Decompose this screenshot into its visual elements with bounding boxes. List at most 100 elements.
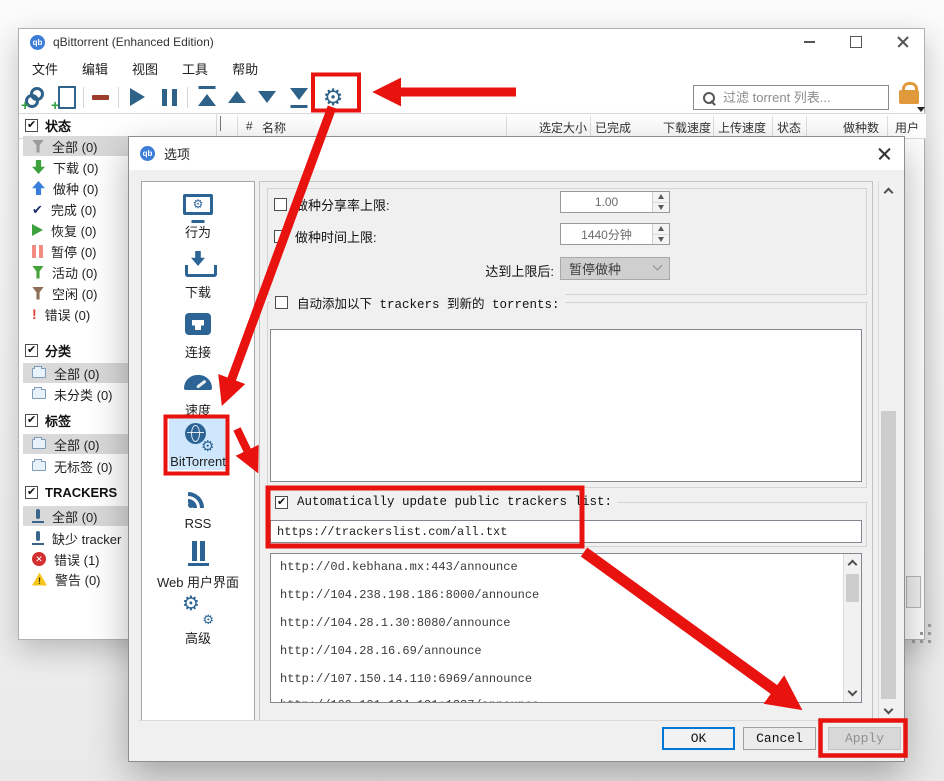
scrollbar-thumb[interactable] xyxy=(881,411,896,699)
column-number[interactable]: # xyxy=(246,119,253,133)
spin-down-icon[interactable] xyxy=(653,203,669,213)
ok-button[interactable]: OK xyxy=(662,727,735,750)
categories-checkbox[interactable] xyxy=(25,344,38,357)
trackers-checkbox[interactable] xyxy=(25,486,38,499)
check-icon: ✔ xyxy=(32,203,43,216)
scroll-down-icon[interactable] xyxy=(884,705,894,715)
move-top-button[interactable] xyxy=(194,84,220,110)
status-checkbox[interactable] xyxy=(25,119,38,132)
window-controls xyxy=(802,35,910,49)
search-icon xyxy=(702,91,716,105)
search-input[interactable] xyxy=(723,90,873,105)
reached-limit-row: 达到上限后: xyxy=(410,261,554,280)
tracker-list-scrollbar[interactable] xyxy=(843,554,861,702)
add-torrent-link-button[interactable]: + xyxy=(22,84,48,110)
spin-down-icon[interactable] xyxy=(653,235,669,245)
menu-file[interactable]: 文件 xyxy=(32,59,58,78)
minimize-icon[interactable] xyxy=(802,35,816,49)
resize-grip[interactable] xyxy=(912,624,934,646)
window-title: qBittorrent (Enhanced Edition) xyxy=(53,35,214,49)
column-selected-size[interactable]: 选定大小 xyxy=(501,119,587,136)
funnel-icon xyxy=(32,140,44,153)
auto-update-trackers-checkbox[interactable] xyxy=(275,496,288,509)
lock-icon[interactable] xyxy=(899,90,919,104)
apply-button[interactable]: Apply xyxy=(828,727,901,750)
dialog-scrollbar[interactable] xyxy=(878,181,898,721)
tracker-url: http://104.28.16.69/announce xyxy=(280,644,482,658)
delete-button[interactable] xyxy=(87,84,113,110)
menu-edit[interactable]: 编辑 xyxy=(82,59,108,78)
tracker-url: http://0d.kebhana.mx:443/announce xyxy=(280,560,518,574)
close-icon[interactable] xyxy=(896,35,910,49)
menu-tools[interactable]: 工具 xyxy=(182,59,208,78)
bittorrent-globe-icon: ⚙ xyxy=(185,422,212,450)
auto-add-trackers-textarea-box xyxy=(270,329,862,482)
toolbar-separator xyxy=(83,87,84,108)
tracker-url: http://107.150.14.110:6969/announce xyxy=(280,672,532,686)
title-bar: qb qBittorrent (Enhanced Edition) xyxy=(19,29,924,55)
auto-add-trackers-checkbox[interactable] xyxy=(275,296,288,309)
spin-up-icon[interactable] xyxy=(653,192,669,203)
cancel-button[interactable]: Cancel xyxy=(743,727,816,750)
column-user[interactable]: 用户 xyxy=(895,119,919,136)
column-seeds[interactable]: 做种数 xyxy=(811,119,879,136)
button-row-separator xyxy=(139,720,896,721)
nav-item-behavior[interactable]: ⚙ 行为 xyxy=(143,190,253,241)
nav-item-speed[interactable]: 速度 xyxy=(143,368,253,419)
filter-section-trackers: TRACKERS xyxy=(25,483,117,501)
nav-item-rss[interactable]: RSS xyxy=(143,484,253,531)
menu-view[interactable]: 视图 xyxy=(132,59,158,78)
maximize-icon[interactable] xyxy=(849,35,863,49)
auto-add-trackers-label: 自动添加以下 trackers 到新的 torrents: xyxy=(297,293,560,312)
pause-button[interactable] xyxy=(156,84,182,110)
dialog-close-icon[interactable] xyxy=(877,146,892,161)
column-select-chevron[interactable] xyxy=(220,116,221,130)
nav-item-connection[interactable]: 连接 xyxy=(143,310,253,361)
add-torrent-file-button[interactable]: + xyxy=(52,84,78,110)
column-download-speed[interactable]: 下载速度 xyxy=(631,119,711,136)
scroll-up-icon[interactable] xyxy=(884,188,894,198)
spin-up-icon[interactable] xyxy=(653,224,669,235)
public-trackers-list-box[interactable]: http://0d.kebhana.mx:443/announce http:/… xyxy=(270,553,862,703)
column-completed[interactable]: 已完成 xyxy=(595,119,631,136)
auto-add-trackers-textarea[interactable] xyxy=(271,330,861,481)
resume-button[interactable] xyxy=(124,84,150,110)
tracker-url: http://104.238.198.186:8000/announce xyxy=(280,588,539,602)
bittorrent-settings-pane: 做种分享率上限: 1.00 做种时间上限: 1440分钟 达到上限后: 暂停做种… xyxy=(259,181,873,721)
nav-item-webui[interactable]: Web 用户界面 xyxy=(143,540,253,591)
nav-item-advanced[interactable]: ⚙⚙ 高级 xyxy=(143,596,253,647)
column-upload-speed[interactable]: 上传速度 xyxy=(718,119,766,136)
trackers-list-url-input[interactable] xyxy=(270,520,862,543)
filter-section-categories: 分类 xyxy=(25,341,71,359)
column-status[interactable]: 状态 xyxy=(777,119,801,136)
search-box xyxy=(693,85,889,110)
minus-icon xyxy=(92,95,109,100)
move-down-button[interactable] xyxy=(254,84,280,110)
nav-item-bittorrent[interactable]: ⚙ BitTorrent xyxy=(143,422,253,469)
lock-dropdown-caret[interactable] xyxy=(917,107,925,112)
reached-limit-select[interactable]: 暂停做种 xyxy=(560,257,670,280)
share-ratio-checkbox[interactable] xyxy=(274,198,287,211)
menu-help[interactable]: 帮助 xyxy=(232,59,258,78)
scrollbar-thumb[interactable] xyxy=(846,574,859,602)
table-scrollbar-thumb[interactable] xyxy=(906,576,921,608)
seed-time-row: 做种时间上限: xyxy=(274,227,377,246)
auto-add-trackers-legend: 自动添加以下 trackers 到新的 torrents: xyxy=(270,293,565,311)
scroll-down-icon[interactable] xyxy=(848,687,858,697)
seed-time-checkbox[interactable] xyxy=(274,230,287,243)
nav-item-downloads[interactable]: 下载 xyxy=(143,250,253,301)
options-button[interactable]: ⚙ xyxy=(320,84,346,110)
filter-section-status: 状态 xyxy=(25,116,71,134)
move-up-button[interactable] xyxy=(224,84,250,110)
scroll-up-icon[interactable] xyxy=(848,560,858,570)
share-ratio-row: 做种分享率上限: xyxy=(274,195,390,214)
funnel-icon xyxy=(32,266,44,279)
seed-time-spinner[interactable]: 1440分钟 xyxy=(560,223,670,245)
move-bottom-button[interactable] xyxy=(286,84,312,110)
exclamation-icon: ! xyxy=(32,307,37,321)
share-ratio-spinner[interactable]: 1.00 xyxy=(560,191,670,213)
column-name[interactable]: 名称 xyxy=(262,119,286,136)
tags-checkbox[interactable] xyxy=(25,414,38,427)
folder-icon xyxy=(32,439,46,449)
options-dialog: qb 选项 ⚙ 行为 下载 连接 速度 ⚙ BitTorrent xyxy=(128,136,905,762)
